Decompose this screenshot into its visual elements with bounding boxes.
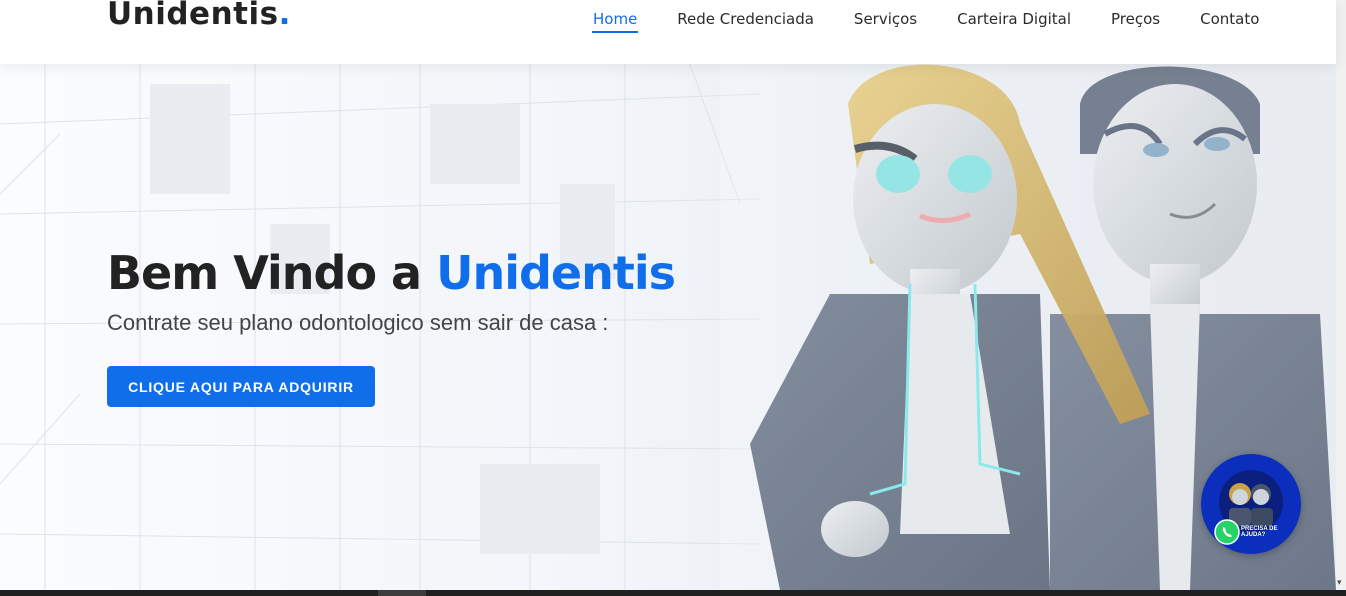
nav-home[interactable]: Home	[590, 9, 640, 33]
hero-title-prefix: Bem Vindo a	[107, 246, 437, 300]
nav-carteira-digital[interactable]: Carteira Digital	[954, 9, 1074, 33]
buy-plan-button[interactable]: CLIQUE AQUI PARA ADQUIRIR	[107, 366, 375, 407]
logo-dot: .	[278, 0, 291, 32]
help-text: PRECISA DE AJUDA?	[1241, 526, 1277, 538]
whatsapp-help-widget[interactable]: PRECISA DE AJUDA?	[1201, 454, 1301, 554]
nav-precos[interactable]: Preços	[1108, 9, 1163, 33]
hero-subtitle: Contrate seu plano odontologico sem sair…	[107, 310, 609, 335]
logo-text: Unidentis	[107, 0, 279, 32]
page-scrollbar[interactable]: ▾	[1336, 0, 1346, 590]
nav-contato[interactable]: Contato	[1197, 9, 1262, 33]
hero-title-brand: Unidentis	[436, 246, 676, 300]
whatsapp-icon	[1214, 519, 1240, 545]
scroll-down-icon[interactable]: ▾	[1337, 578, 1342, 588]
hero-title: Bem Vindo a Unidentis	[107, 246, 676, 300]
site-header: Unidentis. Home Rede Credenciada Serviço…	[0, 0, 1336, 64]
logo[interactable]: Unidentis.	[107, 0, 291, 32]
main-nav: Home Rede Credenciada Serviços Carteira …	[590, 9, 1296, 33]
hero-section: Bem Vindo a Unidentis Contrate seu plano…	[0, 64, 1336, 590]
help-text-line2: AJUDA?	[1241, 532, 1266, 538]
os-taskbar	[0, 590, 1346, 596]
nav-rede-credenciada[interactable]: Rede Credenciada	[674, 9, 817, 33]
nav-servicos[interactable]: Serviços	[851, 9, 920, 33]
taskbar-item[interactable]	[378, 590, 426, 596]
